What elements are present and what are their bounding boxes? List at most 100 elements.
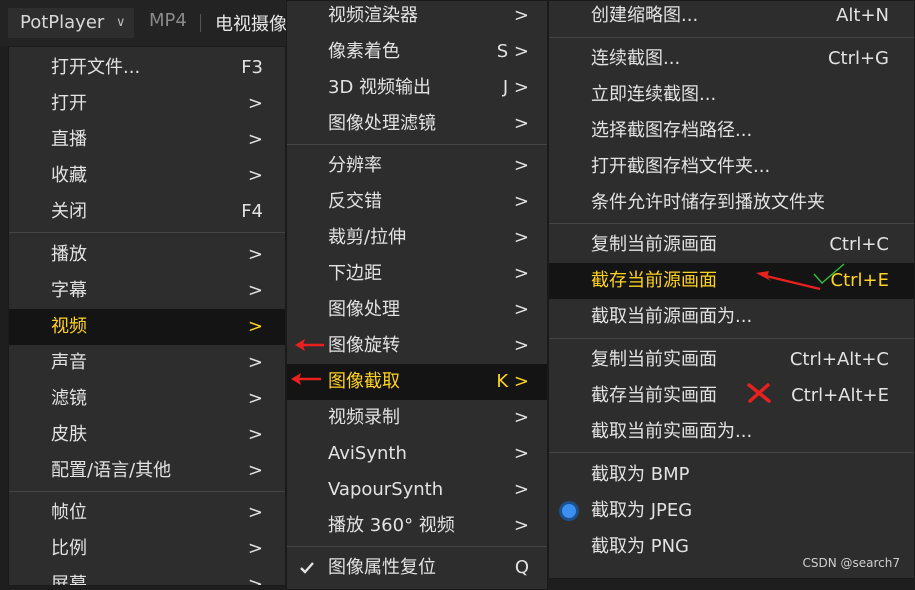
menu-item-copy-source-frame[interactable]: 复制当前源画面 Ctrl+C [549, 227, 914, 263]
menu-separator [9, 491, 285, 492]
menu-item-save-rendered-frame[interactable]: 截存当前实画面 Ctrl+Alt+E [549, 378, 914, 414]
submenu-arrow-icon: > [513, 479, 529, 500]
menu-item-open-save-folder[interactable]: 打开截图存档文件夹... [549, 149, 914, 185]
menu-item-label: 声音 [51, 352, 87, 373]
menu-item-image-filters[interactable]: 图像处理滤镜 > [287, 106, 547, 142]
menu-item-continuous-capture[interactable]: 连续截图... Ctrl+G [549, 41, 914, 77]
menu-separator [549, 452, 914, 453]
menu-item-label: 直播 [51, 129, 87, 150]
menu-item-aspect-ratio[interactable]: 比例 > [9, 531, 285, 567]
menu-separator [287, 546, 547, 547]
menu-item-image-capture[interactable]: 图像截取 K > [287, 364, 547, 400]
menu-item-pixel-shader[interactable]: 像素着色 S > [287, 34, 547, 70]
submenu-arrow-icon: > [247, 460, 263, 481]
menu-item-label: 立即连续截图... [591, 84, 717, 105]
menu-item-image-processing[interactable]: 图像处理 > [287, 292, 547, 328]
menu-item-label: 打开文件... [51, 57, 141, 78]
shortcut-label: J > [502, 77, 529, 98]
menu-item-label: 反交错 [328, 191, 382, 212]
menu-item-label: AviSynth [328, 443, 407, 464]
menu-item-playback[interactable]: 播放 > [9, 237, 285, 273]
menu-item-video[interactable]: 视频 > [9, 309, 285, 345]
menu-item-save-source-frame[interactable]: 截存当前源画面 Ctrl+E [549, 263, 914, 299]
menu-item-save-rendered-frame-as[interactable]: 截取当前实画面为... [549, 414, 914, 450]
menu-item-label: 截取当前源画面为... [591, 306, 753, 327]
menu-item-label: 关闭 [51, 201, 87, 222]
submenu-arrow-icon: > [513, 443, 529, 464]
video-title: 电视摄像 [215, 14, 287, 35]
format-label: MP4 [149, 10, 187, 31]
submenu-arrow-icon: > [513, 515, 529, 536]
video-submenu: 视频渲染器 > 像素着色 S > 3D 视频输出 J > 图像处理滤镜 > 分辨率 > 反… [286, 0, 548, 590]
title-divider [200, 14, 201, 32]
menu-item-label: 3D 视频输出 [328, 77, 432, 98]
menu-item-label: 分辨率 [328, 155, 382, 176]
menu-item-label: 打开截图存档文件夹... [591, 156, 771, 177]
menu-item-frame[interactable]: 帧位 > [9, 495, 285, 531]
menu-item-label: 配置/语言/其他 [51, 460, 172, 481]
menu-item-copy-rendered-frame[interactable]: 复制当前实画面 Ctrl+Alt+C [549, 342, 914, 378]
menu-item-crop-stretch[interactable]: 裁剪/拉伸 > [287, 220, 547, 256]
menu-item-video-renderer[interactable]: 视频渲染器 > [287, 1, 547, 34]
menu-item-screen[interactable]: 屏幕 > [9, 567, 285, 585]
shortcut-label: S > [496, 41, 529, 62]
radio-selected-icon [562, 504, 576, 518]
submenu-arrow-icon: > [513, 191, 529, 212]
shortcut-label: Q [514, 557, 529, 578]
menu-item-label: 图像属性复位 [328, 557, 436, 578]
submenu-arrow-icon: > [247, 352, 263, 373]
menu-item-instant-continuous-capture[interactable]: 立即连续截图... [549, 77, 914, 113]
menu-item-favorites[interactable]: 收藏 > [9, 158, 285, 194]
watermark: CSDN @search7 [802, 556, 900, 570]
menu-item-vapoursynth[interactable]: VapourSynth > [287, 472, 547, 508]
image-capture-submenu: 创建缩略图... Alt+N 连续截图... Ctrl+G 立即连续截图... 选择… [548, 0, 915, 579]
menu-item-save-to-playback-folder[interactable]: 条件允许时储存到播放文件夹 [549, 185, 914, 221]
shortcut-label: Ctrl+Alt+C [789, 349, 889, 370]
menu-item-reset-image-props[interactable]: 图像属性复位 Q [287, 550, 547, 586]
menu-item-label: 比例 [51, 538, 87, 559]
menu-item-close[interactable]: 关闭 F4 [9, 194, 285, 230]
submenu-arrow-icon: > [513, 407, 529, 428]
menu-item-label: 选择截图存档路径... [591, 120, 753, 141]
menu-item-create-thumbnails[interactable]: 创建缩略图... Alt+N [549, 1, 914, 34]
menu-item-subtitles[interactable]: 字幕 > [9, 273, 285, 309]
menu-item-deinterlace[interactable]: 反交错 > [287, 184, 547, 220]
menu-item-video-record[interactable]: 视频录制 > [287, 400, 547, 436]
submenu-arrow-icon: > [247, 280, 263, 301]
menu-item-avisynth[interactable]: AviSynth > [287, 436, 547, 472]
submenu-arrow-icon: > [247, 129, 263, 150]
red-cross-icon [747, 383, 771, 403]
submenu-arrow-icon: > [247, 538, 263, 559]
menu-item-format-bmp[interactable]: 截取为 BMP [549, 457, 914, 493]
menu-item-open[interactable]: 打开 > [9, 86, 285, 122]
menu-item-choose-save-path[interactable]: 选择截图存档路径... [549, 113, 914, 149]
menu-item-label: 收藏 [51, 165, 87, 186]
app-menu-button[interactable]: PotPlayer ∨ [8, 8, 134, 38]
menu-item-bottom-margin[interactable]: 下边距 > [287, 256, 547, 292]
menu-item-format-jpeg[interactable]: 截取为 JPEG [549, 493, 914, 529]
app-name: PotPlayer [20, 12, 105, 33]
submenu-arrow-icon: > [513, 5, 529, 26]
menu-item-label: 截取为 PNG [591, 536, 689, 557]
menu-item-label: 图像截取 [328, 371, 400, 392]
menu-item-3d-output[interactable]: 3D 视频输出 J > [287, 70, 547, 106]
red-arrow-icon [295, 339, 324, 351]
menu-item-filters[interactable]: 滤镜 > [9, 381, 285, 417]
menu-item-label: 复制当前源画面 [591, 234, 717, 255]
menu-item-save-source-frame-as[interactable]: 截取当前源画面为... [549, 299, 914, 335]
submenu-arrow-icon: > [247, 93, 263, 114]
menu-item-image-rotate[interactable]: 图像旋转 > [287, 328, 547, 364]
menu-item-config-language[interactable]: 配置/语言/其他 > [9, 453, 285, 489]
shortcut-label: Alt+N [836, 5, 889, 26]
menu-item-label: VapourSynth [328, 479, 444, 500]
menu-item-audio[interactable]: 声音 > [9, 345, 285, 381]
menu-item-label: 复制当前实画面 [591, 349, 717, 370]
menu-item-label: 图像旋转 [328, 335, 400, 356]
menu-item-label: 截取为 BMP [591, 464, 690, 485]
checkmark-icon [300, 562, 314, 574]
menu-item-resolution[interactable]: 分辨率 > [287, 148, 547, 184]
menu-item-live[interactable]: 直播 > [9, 122, 285, 158]
menu-item-skins[interactable]: 皮肤 > [9, 417, 285, 453]
menu-item-open-file[interactable]: 打开文件... F3 [9, 50, 285, 86]
menu-item-360-video[interactable]: 播放 360° 视频 > [287, 508, 547, 544]
